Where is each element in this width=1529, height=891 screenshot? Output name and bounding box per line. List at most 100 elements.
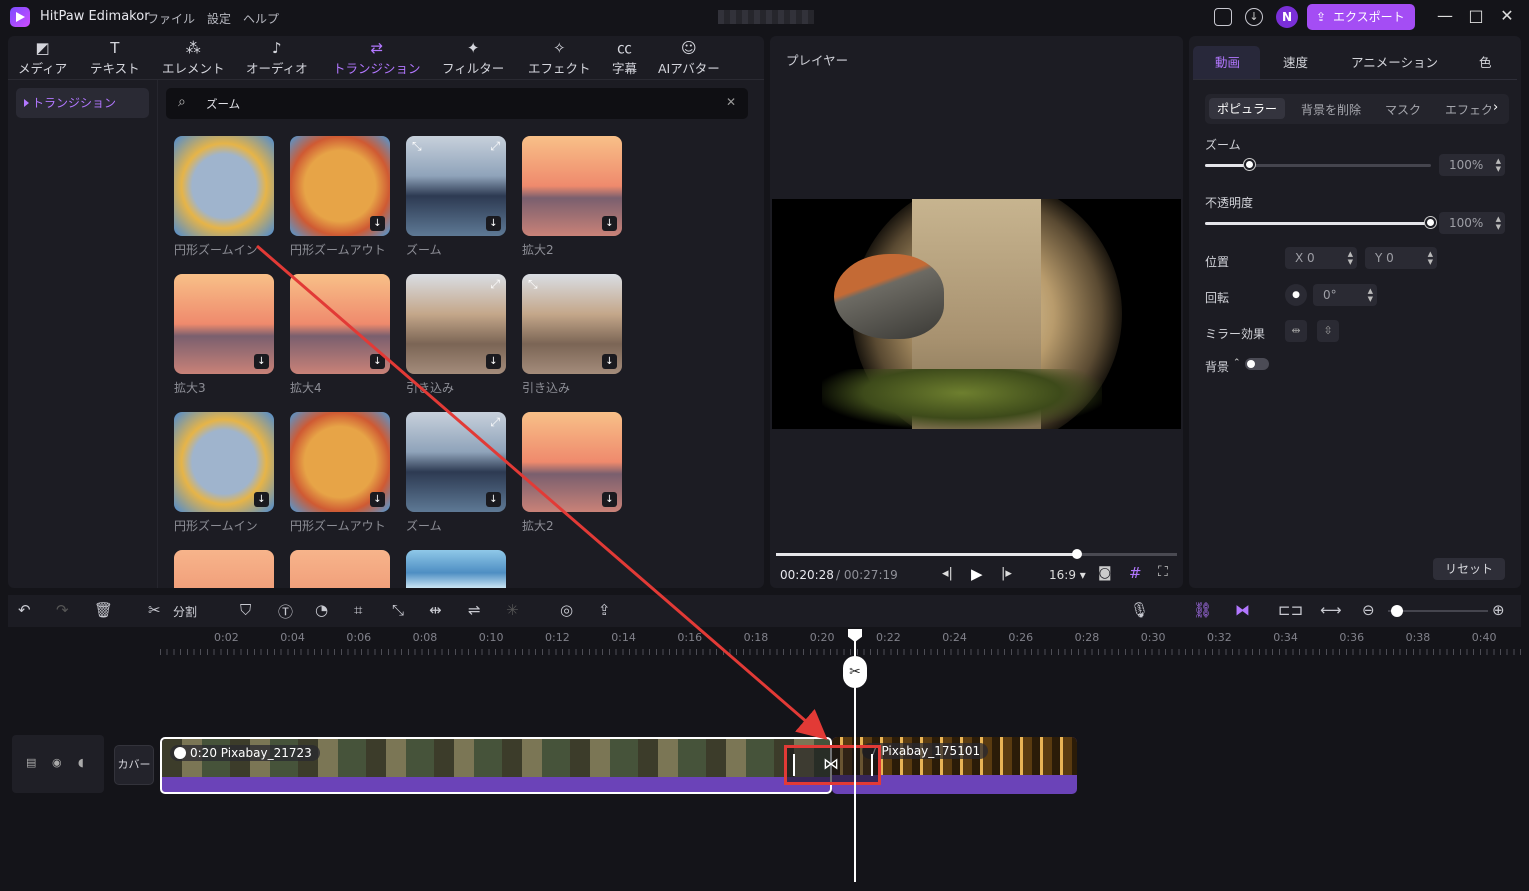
snap-icon[interactable]: ⧓	[1235, 601, 1250, 619]
split-label[interactable]: 分割	[173, 603, 197, 620]
clear-search-icon[interactable]: ✕	[726, 95, 736, 109]
transition-thumb[interactable]: ↓	[522, 412, 622, 512]
freeze-icon[interactable]: ✳	[506, 601, 519, 619]
crop-icon[interactable]: ⌗	[354, 601, 362, 619]
mirror-vertical-icon[interactable]: ⇳	[1317, 320, 1339, 342]
maximize-icon[interactable]: □	[1466, 6, 1486, 25]
microphone-icon[interactable]: 🎙	[1130, 601, 1149, 619]
chevron-right-icon[interactable]: ›	[1493, 100, 1498, 115]
snapshot-icon[interactable]: ◙	[1098, 565, 1112, 581]
fullscreen-icon[interactable]: ⛶	[1158, 564, 1168, 580]
tab-animation[interactable]: アニメーション	[1351, 52, 1438, 71]
undo-icon[interactable]: ↶	[18, 601, 31, 619]
transition-marker[interactable]: ⋈	[784, 745, 881, 785]
zoom-slider-handle[interactable]	[1244, 159, 1256, 170]
transition-thumb[interactable]: ↓	[290, 412, 390, 512]
chevron-up-icon[interactable]: ⌃	[1233, 358, 1241, 368]
marker-icon[interactable]: ⛉	[240, 601, 251, 619]
speed-icon[interactable]: ◔	[315, 601, 328, 619]
tool-subtitle[interactable]: ㏄字幕	[612, 38, 637, 77]
download-icon[interactable]: ↓	[602, 492, 617, 507]
download-icon[interactable]: ↓	[370, 492, 385, 507]
menu-help[interactable]: ヘルプ	[243, 10, 279, 27]
tool-effect[interactable]: ✧ エフェクト	[528, 38, 591, 77]
tool-filter[interactable]: ✦ フィルター	[442, 38, 504, 77]
rotation-dial-icon[interactable]: ●	[1285, 284, 1307, 306]
download-icon[interactable]: ↓	[602, 216, 617, 231]
transition-thumb[interactable]	[174, 550, 274, 588]
opacity-input[interactable]: 100% ▲ ▼	[1439, 212, 1505, 234]
transition-thumb[interactable]: ↓	[522, 136, 622, 236]
menu-file[interactable]: ファイル	[147, 10, 195, 27]
download-icon[interactable]: ↓	[486, 354, 501, 369]
zoom-input[interactable]: 100% ▲ ▼	[1439, 154, 1505, 176]
split-at-playhead-icon[interactable]: ✂	[843, 656, 867, 688]
tool-ai-avatar[interactable]: ☺ AIアバター	[658, 38, 720, 77]
download-icon[interactable]: ↓	[370, 354, 385, 369]
transition-thumb[interactable]: ⤡ ↓	[522, 274, 622, 374]
text-tool-icon[interactable]: Ⓣ	[278, 601, 293, 622]
transition-thumb[interactable]: ⤢ ↓	[406, 412, 506, 512]
download-icon[interactable]: ↓	[486, 216, 501, 231]
download-icon[interactable]: ↓	[602, 354, 617, 369]
delete-icon[interactable]: 🗑	[94, 601, 113, 619]
background-toggle[interactable]	[1245, 358, 1269, 370]
download-icon[interactable]: ↓	[254, 492, 269, 507]
track-audio-icon[interactable]: ◖	[78, 756, 84, 769]
transition-thumb[interactable]: ⤡ ⤢ ↓	[406, 136, 506, 236]
video-clip[interactable]: 0:20 Pixabay_21723	[160, 737, 832, 794]
subtab-effect[interactable]: エフェクト	[1445, 101, 1491, 118]
tab-video[interactable]: 動画	[1215, 52, 1240, 71]
position-y-input[interactable]: Y 0 ▲ ▼	[1365, 247, 1437, 269]
tab-speed[interactable]: 速度	[1283, 52, 1308, 71]
player-scrubber-handle[interactable]	[1071, 549, 1082, 559]
download-icon[interactable]: ↓	[1245, 8, 1263, 26]
mirror-icon[interactable]: ⇹	[429, 601, 442, 619]
prev-frame-icon[interactable]: ◂|	[942, 566, 953, 581]
download-icon[interactable]: ↓	[486, 492, 501, 507]
timeline-zoom-slider[interactable]	[1388, 610, 1488, 612]
transition-thumb[interactable]: ↓	[174, 274, 274, 374]
download-icon[interactable]: ↓	[254, 354, 269, 369]
transition-thumb[interactable]: ↓	[290, 136, 390, 236]
ai-tool-icon[interactable]: ◎	[560, 601, 573, 619]
transition-thumb[interactable]	[290, 550, 390, 588]
timeline-ruler[interactable]: 0:02 0:04 0:06 0:08 0:10 0:12 0:14 0:16 0:18 0:20…	[8, 627, 1521, 657]
link-icon[interactable]: ⛓	[1193, 601, 1212, 619]
track-lock-icon[interactable]: ▤	[26, 756, 36, 769]
menu-settings[interactable]: 設定	[207, 10, 231, 27]
position-x-input[interactable]: X 0 ▲ ▼	[1285, 247, 1357, 269]
cover-button[interactable]: カバー	[114, 745, 154, 785]
minimize-icon[interactable]: —	[1435, 6, 1455, 25]
zoom-in-icon[interactable]: ⊕	[1492, 601, 1505, 619]
feedback-icon[interactable]	[1214, 8, 1232, 26]
track-split-icon[interactable]: ⊏⊐	[1278, 601, 1303, 619]
adjust-icon[interactable]: ⇌	[468, 601, 481, 619]
transition-thumb[interactable]	[406, 550, 506, 588]
subtab-mask[interactable]: マスク	[1385, 101, 1421, 118]
fit-timeline-icon[interactable]: ⟷	[1320, 601, 1342, 619]
aspect-ratio-select[interactable]: 16:9 ▾	[1049, 568, 1086, 582]
tool-audio[interactable]: ♪ オーディオ	[246, 38, 308, 77]
mirror-horizontal-icon[interactable]: ⇹	[1285, 320, 1307, 342]
search-input[interactable]: ⌕ ズーム ✕	[166, 88, 748, 119]
subtab-remove-bg[interactable]: 背景を削除	[1301, 101, 1361, 118]
track-visibility-icon[interactable]: ◉	[52, 756, 62, 769]
tool-elements[interactable]: ⁂ エレメント	[162, 38, 225, 77]
tool-media[interactable]: ◩ メディア	[18, 38, 67, 77]
zoom-out-icon[interactable]: ⊖	[1362, 601, 1375, 619]
next-frame-icon[interactable]: |▸	[1001, 566, 1012, 581]
play-icon[interactable]: ▶	[971, 565, 983, 583]
tool-text[interactable]: T テキスト	[90, 38, 140, 77]
grid-icon[interactable]: #	[1129, 564, 1142, 582]
timeline-zoom-handle[interactable]	[1391, 605, 1403, 617]
redo-icon[interactable]: ↷	[56, 601, 69, 619]
tab-color[interactable]: 色	[1479, 52, 1492, 71]
transition-thumb[interactable]: ↓	[290, 274, 390, 374]
resize-icon[interactable]: ⤡	[392, 601, 404, 619]
export-button[interactable]: ⇪ エクスポート	[1307, 4, 1415, 30]
transition-thumb[interactable]	[174, 136, 274, 236]
close-icon[interactable]: ✕	[1497, 6, 1517, 25]
transition-thumb[interactable]: ↓	[174, 412, 274, 512]
tool-transition[interactable]: ⇄ トランジション	[333, 38, 421, 77]
